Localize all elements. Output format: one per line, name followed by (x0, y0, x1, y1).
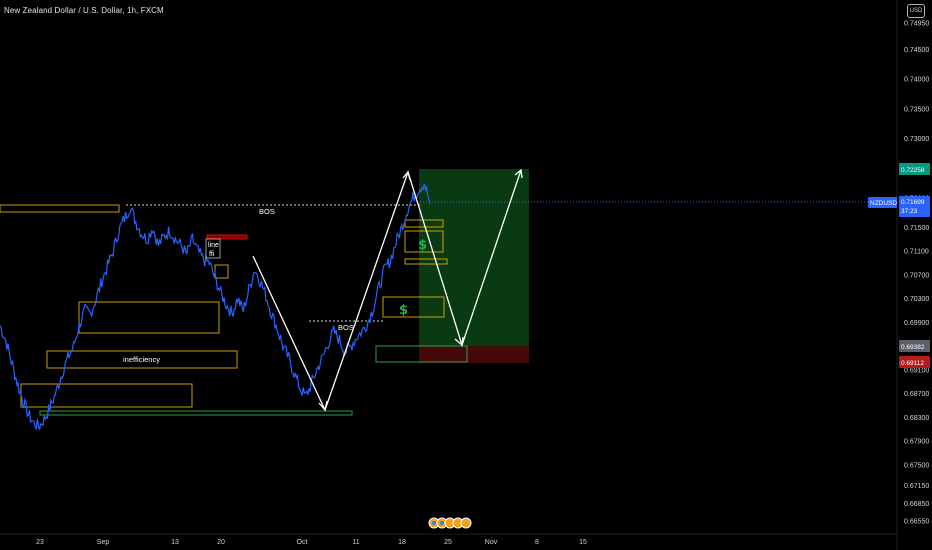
red-zone-marker[interactable] (206, 234, 248, 240)
symbol-title[interactable]: New Zealand Dollar / U.S. Dollar, 1h, FX… (4, 6, 164, 15)
small-box-line-2: ffi (209, 251, 215, 258)
time-tick-label: 25 (444, 539, 452, 546)
stop-price-value: 0.69112 (901, 360, 924, 367)
price-tick-label: 0.67900 (904, 439, 929, 446)
time-tick-label: Oct (297, 539, 308, 546)
bos-label-1: BOS (259, 207, 275, 216)
price-tick-label: 0.69900 (904, 320, 929, 327)
target-price-value: 0.72258 (901, 167, 925, 174)
inefficiency-label: inefficiency (123, 355, 160, 364)
dollar-sign-1: $ (418, 238, 427, 253)
demand-zone-box-2[interactable] (20, 383, 193, 408)
price-tag-entry: 0.69382 (899, 340, 930, 352)
green-support-box[interactable] (39, 410, 353, 416)
current-price-value: 0.71699 (901, 199, 925, 206)
price-series-line[interactable] (0, 183, 431, 431)
price-chart[interactable]: BOS BOS inefficiency line ffi $ $ 0.7495… (0, 0, 932, 550)
loss-zone[interactable] (419, 346, 529, 363)
time-tick-label: 20 (217, 539, 225, 546)
time-tick-label: 23 (36, 539, 44, 546)
price-tick-label: 0.66850 (904, 501, 929, 508)
supply-zone-box-1[interactable] (0, 204, 120, 213)
event-icon-flag-2 (440, 521, 444, 525)
price-tick-label: 0.67150 (904, 483, 929, 490)
price-tag-target: 0.72258 (899, 163, 930, 175)
dollar-sign-2: $ (399, 303, 408, 318)
time-tick-label: 18 (398, 539, 406, 546)
time-tick-label: 13 (171, 539, 179, 546)
price-tick-label: 0.69100 (904, 367, 929, 374)
price-tick-label: 0.67500 (904, 462, 929, 469)
time-tick-label: Sep (97, 539, 110, 546)
bos-label-2: BOS (338, 323, 354, 332)
price-tick-label: 0.71500 (904, 225, 929, 232)
time-tick-label: 11 (352, 539, 359, 546)
chart-area[interactable]: BOS BOS inefficiency line ffi $ $ 0.7495… (0, 0, 932, 550)
price-tick-label: 0.73000 (904, 136, 929, 143)
price-axis[interactable]: 0.749500.745000.740000.735000.730000.725… (904, 20, 929, 525)
price-tick-label: 0.70300 (904, 296, 929, 303)
price-tick-label: 0.68300 (904, 415, 929, 422)
event-icon-5[interactable] (460, 517, 472, 529)
price-tick-label: 0.66550 (904, 519, 929, 526)
currency-badge[interactable]: USD (907, 4, 925, 18)
time-tick-label: Nov (485, 539, 498, 546)
price-tick-label: 0.71100 (904, 249, 929, 256)
price-tag-stop: 0.69112 (899, 356, 930, 368)
price-tick-label: 0.74000 (904, 77, 929, 84)
price-tick-label: 0.74500 (904, 47, 929, 54)
time-axis[interactable]: 23 Sep 13 20 Oct 11 18 25 Nov 8 15 (36, 539, 587, 546)
price-tick-label: 0.73500 (904, 106, 929, 113)
small-box-line-1: line (208, 242, 219, 249)
small-zone-box[interactable] (214, 264, 229, 279)
time-tick-label: 15 (579, 539, 587, 546)
time-tick-label: 8 (535, 539, 539, 546)
price-tick-label: 0.74950 (904, 20, 929, 27)
event-icon-flag-1 (432, 521, 436, 525)
price-tick-label: 0.68700 (904, 391, 929, 398)
economic-events-icons[interactable] (428, 517, 472, 529)
entry-price-value: 0.69382 (901, 344, 925, 351)
price-tag-current: NZDUSD 0.71699 37:23 (868, 196, 930, 217)
price-tick-label: 0.70700 (904, 272, 929, 279)
symbol-tag: NZDUSD (870, 200, 897, 207)
countdown-value: 37:23 (901, 208, 918, 215)
demand-zone-box-1[interactable] (78, 301, 220, 334)
